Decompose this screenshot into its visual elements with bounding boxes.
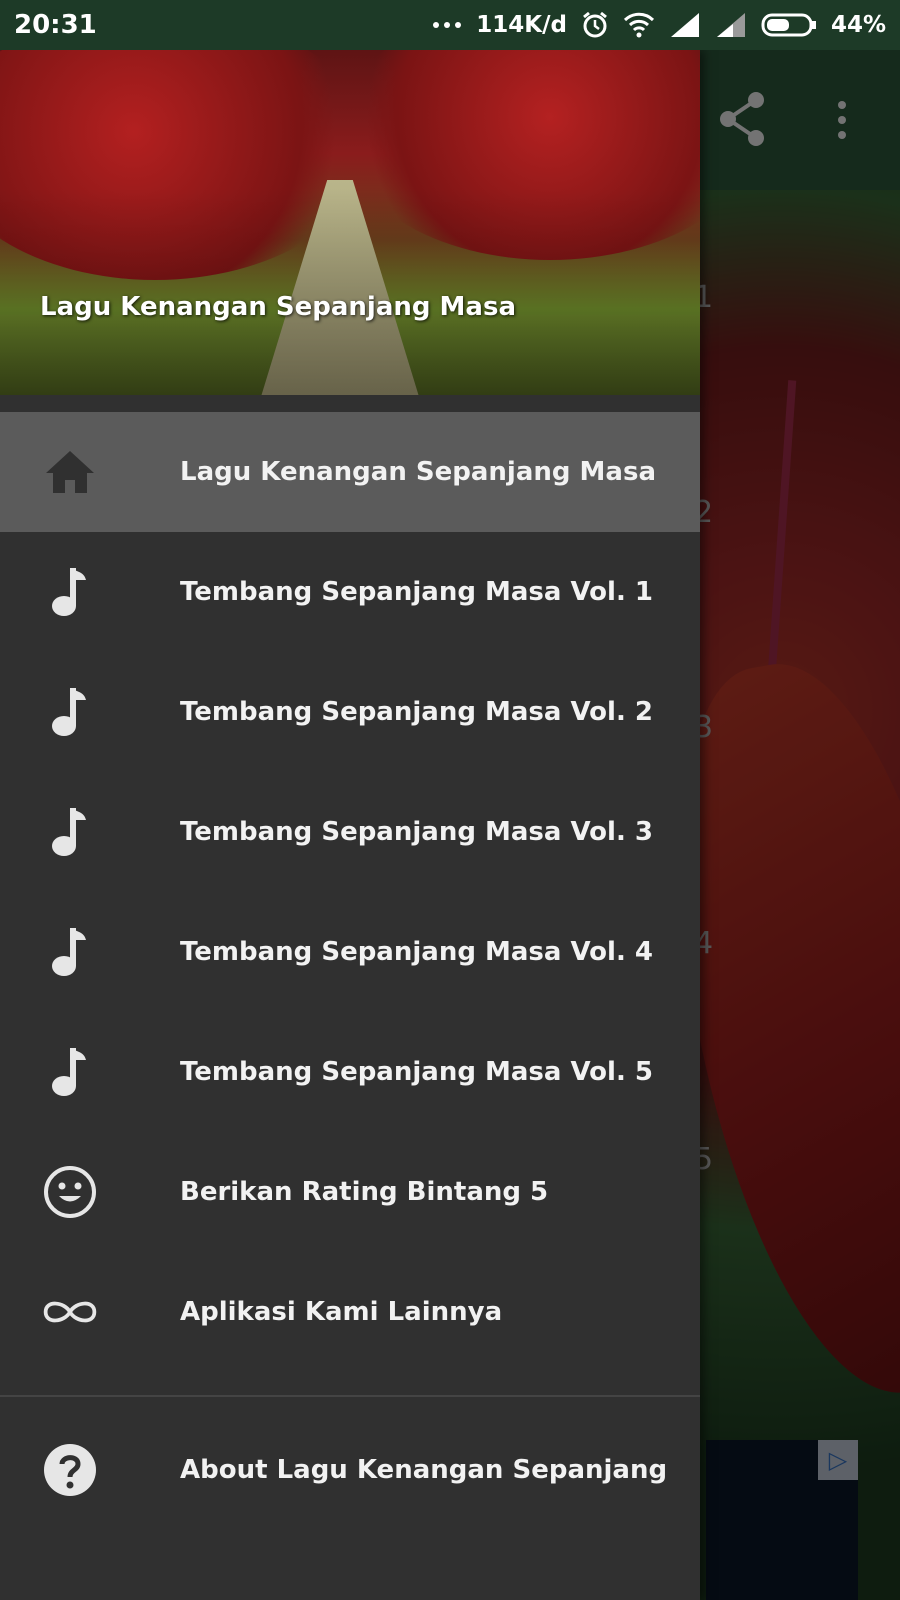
music-note-icon [40,922,100,982]
battery-percent: 44% [830,12,886,38]
drawer-item-more-apps[interactable]: Aplikasi Kami Lainnya [0,1252,700,1372]
drawer-item-label: Lagu Kenangan Sepanjang Masa [180,457,656,487]
battery-icon [761,12,817,38]
drawer-item-label: Tembang Sepanjang Masa Vol. 5 [180,1057,653,1087]
drawer-item-vol-3[interactable]: Tembang Sepanjang Masa Vol. 3 [0,772,700,892]
network-speed: 114K/d [476,12,567,38]
drawer-item-vol-5[interactable]: Tembang Sepanjang Masa Vol. 5 [0,1012,700,1132]
drawer-header-title: Lagu Kenangan Sepanjang Masa [40,292,516,322]
drawer-item-rate[interactable]: Berikan Rating Bintang 5 [0,1132,700,1252]
music-note-icon [40,802,100,862]
status-icons: 114K/d 44% [432,11,886,39]
drawer-item-about[interactable]: About Lagu Kenangan Sepanjang [0,1410,700,1530]
drawer-item-vol-1[interactable]: Tembang Sepanjang Masa Vol. 1 [0,532,700,652]
drawer-item-vol-4[interactable]: Tembang Sepanjang Masa Vol. 4 [0,892,700,1012]
wifi-icon [623,12,655,38]
drawer-item-label: Berikan Rating Bintang 5 [180,1177,549,1207]
drawer-menu: Lagu Kenangan Sepanjang Masa Tembang Sep… [0,412,700,1372]
drawer-item-label: Tembang Sepanjang Masa Vol. 1 [180,577,653,607]
drawer-item-home[interactable]: Lagu Kenangan Sepanjang Masa [0,412,700,532]
drawer-item-label: About Lagu Kenangan Sepanjang [180,1455,668,1485]
signal-icon-2 [715,13,747,37]
music-note-icon [40,562,100,622]
drawer-item-label: Aplikasi Kami Lainnya [180,1297,503,1327]
status-bar: 20:31 114K/d 44% [0,0,900,50]
drawer-item-label: Tembang Sepanjang Masa Vol. 2 [180,697,653,727]
music-note-icon [40,1042,100,1102]
drawer-item-label: Tembang Sepanjang Masa Vol. 3 [180,817,653,847]
home-icon [40,442,100,502]
drawer-item-label: Tembang Sepanjang Masa Vol. 4 [180,937,653,967]
help-icon [40,1440,100,1500]
status-time: 20:31 [14,10,97,40]
smiley-icon [40,1162,100,1222]
drawer-item-vol-2[interactable]: Tembang Sepanjang Masa Vol. 2 [0,652,700,772]
signal-icon [669,13,701,37]
navigation-drawer: Lagu Kenangan Sepanjang Masa Lagu Kenang… [0,50,700,1600]
drawer-header: Lagu Kenangan Sepanjang Masa [0,50,700,395]
alarm-icon [581,11,609,39]
music-note-icon [40,682,100,742]
infinity-icon [40,1282,100,1342]
drawer-divider [0,1395,700,1397]
more-dots-icon [432,20,462,30]
